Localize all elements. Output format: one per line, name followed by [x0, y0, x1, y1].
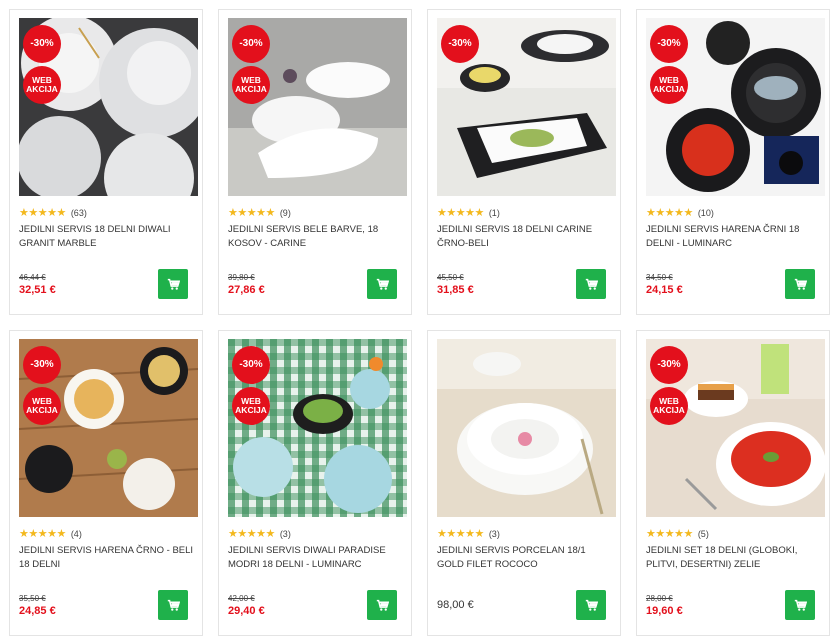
- rating: ★★★★★ (5): [646, 527, 709, 540]
- shopping-cart-icon: [585, 278, 598, 290]
- product-card[interactable]: -30% WEB AKCIJA ★★★★★ (63) JEDILNI SERVI…: [9, 9, 203, 315]
- old-price: 35,50 €: [19, 594, 46, 603]
- product-title[interactable]: JEDILNI SERVIS HARENA ČRNO - BELI 18 DEL…: [19, 544, 194, 572]
- shopping-cart-icon: [167, 599, 180, 611]
- product-image[interactable]: -30%: [437, 18, 616, 196]
- old-price: 28,00 €: [646, 594, 673, 603]
- product-card[interactable]: -30% WEB AKCIJA ★★★★★ (10) JEDILNI SERVI…: [636, 9, 830, 315]
- discount-badge: -30%: [650, 25, 688, 63]
- web-sale-badge: WEB AKCIJA: [650, 387, 688, 425]
- sale-price: 32,51 €: [19, 284, 56, 296]
- rating: ★★★★★ (3): [228, 527, 291, 540]
- product-image[interactable]: -30% WEB AKCIJA: [646, 18, 825, 196]
- review-count: (3): [488, 528, 500, 539]
- sale-price: 19,60 €: [646, 605, 683, 617]
- rating: ★★★★★ (10): [646, 206, 714, 219]
- shopping-cart-icon: [794, 599, 807, 611]
- product-title[interactable]: JEDILNI SERVIS 18 DELNI DIWALI GRANIT MA…: [19, 223, 194, 251]
- review-count: (1): [488, 207, 500, 218]
- star-rating-icon: ★★★★★: [646, 207, 693, 219]
- product-card[interactable]: ★★★★★ (3) JEDILNI SERVIS PORCELAN 18/1 G…: [427, 330, 621, 636]
- shopping-cart-icon: [376, 599, 389, 611]
- add-to-cart-button[interactable]: [367, 269, 397, 299]
- old-price: 46,44 €: [19, 273, 46, 282]
- add-to-cart-button[interactable]: [158, 269, 188, 299]
- product-card[interactable]: -30% WEB AKCIJA ★★★★★ (9) JEDILNI SERVIS…: [218, 9, 412, 315]
- old-price: 45,50 €: [437, 273, 464, 282]
- star-rating-icon: ★★★★★: [19, 528, 66, 540]
- web-sale-badge: WEB AKCIJA: [23, 66, 61, 104]
- product-image[interactable]: -30% WEB AKCIJA: [228, 18, 407, 196]
- review-count: (10): [697, 207, 714, 218]
- star-rating-icon: ★★★★★: [228, 207, 275, 219]
- web-sale-badge: WEB AKCIJA: [23, 387, 61, 425]
- add-to-cart-button[interactable]: [576, 590, 606, 620]
- shopping-cart-icon: [585, 599, 598, 611]
- product-image[interactable]: [437, 339, 616, 517]
- add-to-cart-button[interactable]: [576, 269, 606, 299]
- rating: ★★★★★ (4): [19, 527, 82, 540]
- product-image[interactable]: -30% WEB AKCIJA: [19, 18, 198, 196]
- rating: ★★★★★ (1): [437, 206, 500, 219]
- star-rating-icon: ★★★★★: [646, 528, 693, 540]
- review-count: (3): [279, 528, 291, 539]
- product-card[interactable]: -30% ★★★★★ (1) JEDILNI SERVIS 18 DELNI C…: [427, 9, 621, 315]
- product-image[interactable]: -30% WEB AKCIJA: [228, 339, 407, 517]
- product-grid: -30% WEB AKCIJA ★★★★★ (63) JEDILNI SERVI…: [9, 9, 830, 636]
- discount-badge: -30%: [232, 25, 270, 63]
- old-price: 34,50 €: [646, 273, 673, 282]
- old-price: 39,80 €: [228, 273, 255, 282]
- web-sale-badge: WEB AKCIJA: [232, 387, 270, 425]
- product-card[interactable]: -30% WEB AKCIJA ★★★★★ (3) JEDILNI SERVIS…: [218, 330, 412, 636]
- discount-badge: -30%: [23, 346, 61, 384]
- star-rating-icon: ★★★★★: [19, 207, 66, 219]
- review-count: (4): [70, 528, 82, 539]
- add-to-cart-button[interactable]: [785, 590, 815, 620]
- web-sale-badge: WEB AKCIJA: [650, 66, 688, 104]
- product-title[interactable]: JEDILNI SERVIS DIWALI PARADISE MODRI 18 …: [228, 544, 403, 572]
- shopping-cart-icon: [794, 278, 807, 290]
- discount-badge: -30%: [650, 346, 688, 384]
- review-count: (9): [279, 207, 291, 218]
- sale-price: 31,85 €: [437, 284, 474, 296]
- star-rating-icon: ★★★★★: [228, 528, 275, 540]
- shopping-cart-icon: [167, 278, 180, 290]
- add-to-cart-button[interactable]: [367, 590, 397, 620]
- product-title[interactable]: JEDILNI SERVIS 18 DELNI CARINE ČRNO-BELI: [437, 223, 612, 251]
- product-image[interactable]: -30% WEB AKCIJA: [19, 339, 198, 517]
- product-image[interactable]: -30% WEB AKCIJA: [646, 339, 825, 517]
- product-title[interactable]: JEDILNI SERVIS HARENA ČRNI 18 DELNI - LU…: [646, 223, 821, 251]
- sale-price: 29,40 €: [228, 605, 265, 617]
- product-title[interactable]: JEDILNI SET 18 DELNI (GLOBOKI, PLITVI, D…: [646, 544, 821, 572]
- review-count: (63): [70, 207, 87, 218]
- product-card[interactable]: -30% WEB AKCIJA ★★★★★ (5) JEDILNI SET 18…: [636, 330, 830, 636]
- old-price: 42,00 €: [228, 594, 255, 603]
- discount-badge: -30%: [232, 346, 270, 384]
- product-title[interactable]: JEDILNI SERVIS PORCELAN 18/1 GOLD FILET …: [437, 544, 612, 572]
- add-to-cart-button[interactable]: [158, 590, 188, 620]
- product-card[interactable]: -30% WEB AKCIJA ★★★★★ (4) JEDILNI SERVIS…: [9, 330, 203, 636]
- rating: ★★★★★ (3): [437, 527, 500, 540]
- shopping-cart-icon: [376, 278, 389, 290]
- sale-price: 24,15 €: [646, 284, 683, 296]
- star-rating-icon: ★★★★★: [437, 528, 484, 540]
- star-rating-icon: ★★★★★: [437, 207, 484, 219]
- add-to-cart-button[interactable]: [785, 269, 815, 299]
- price: 98,00 €: [437, 599, 474, 611]
- review-count: (5): [697, 528, 709, 539]
- product-title[interactable]: JEDILNI SERVIS BELE BARVE, 18 KOSOV - CA…: [228, 223, 403, 251]
- discount-badge: -30%: [23, 25, 61, 63]
- web-sale-badge: WEB AKCIJA: [232, 66, 270, 104]
- rating: ★★★★★ (9): [228, 206, 291, 219]
- discount-badge: -30%: [441, 25, 479, 63]
- sale-price: 27,86 €: [228, 284, 265, 296]
- sale-price: 24,85 €: [19, 605, 56, 617]
- rating: ★★★★★ (63): [19, 206, 87, 219]
